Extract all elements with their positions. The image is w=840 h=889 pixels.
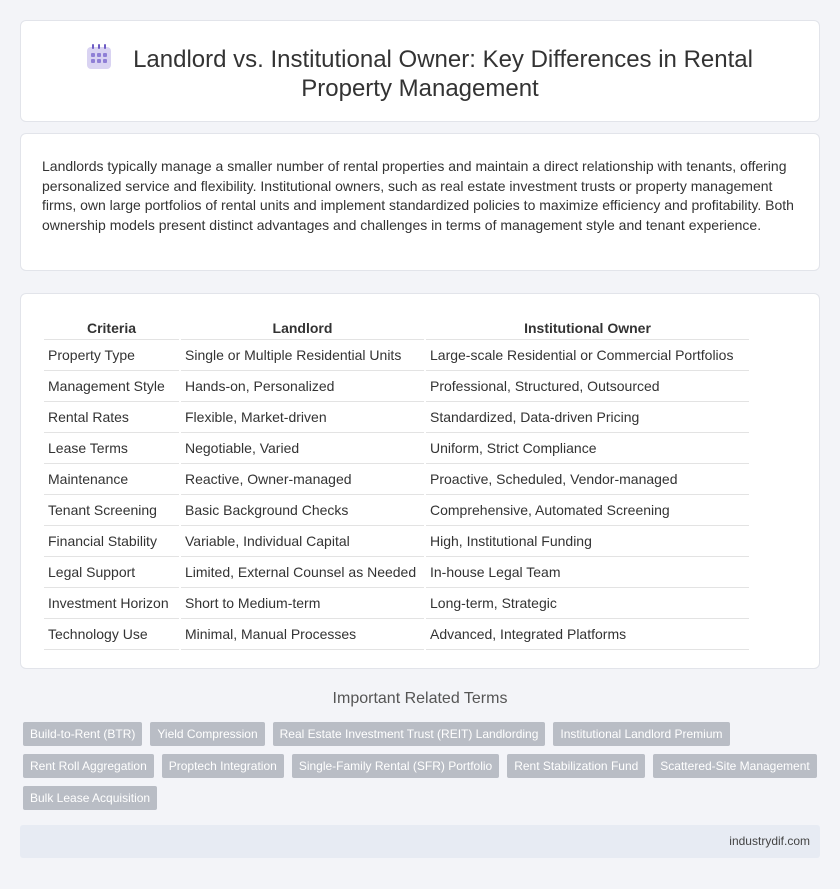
intro-card: Landlords typically manage a smaller num… <box>20 133 820 271</box>
tag-scattered-site-management[interactable]: Scattered-Site Management <box>653 754 817 778</box>
cell-criteria: Rental Rates <box>44 402 179 433</box>
related-terms-tags: Build-to-Rent (BTR) Yield Compression Re… <box>23 722 823 810</box>
cell-criteria: Maintenance <box>44 464 179 495</box>
cell-criteria: Investment Horizon <box>44 588 179 619</box>
cell-landlord: Minimal, Manual Processes <box>181 619 424 650</box>
tag-proptech-integration[interactable]: Proptech Integration <box>161 754 284 778</box>
cell-criteria: Tenant Screening <box>44 495 179 526</box>
cell-institutional: Advanced, Integrated Platforms <box>426 619 749 650</box>
cell-criteria: Technology Use <box>44 619 179 650</box>
tag-reit-landlording[interactable]: Real Estate Investment Trust (REIT) Land… <box>272 722 546 746</box>
cell-institutional: Comprehensive, Automated Screening <box>426 495 749 526</box>
tag-rent-stabilization-fund[interactable]: Rent Stabilization Fund <box>507 754 646 778</box>
table-row: Legal Support Limited, External Counsel … <box>44 557 749 588</box>
tag-institutional-landlord-premium[interactable]: Institutional Landlord Premium <box>553 722 730 746</box>
header-criteria: Criteria <box>44 318 179 340</box>
header-card: Landlord vs. Institutional Owner: Key Di… <box>20 20 820 122</box>
title-line-2: Property Management <box>301 75 539 102</box>
cell-landlord: Hands-on, Personalized <box>181 371 424 402</box>
table-row: Investment Horizon Short to Medium-term … <box>44 588 749 619</box>
tag-build-to-rent[interactable]: Build-to-Rent (BTR) <box>23 722 143 746</box>
cell-landlord: Single or Multiple Residential Units <box>181 340 424 371</box>
table-row: Financial Stability Variable, Individual… <box>44 526 749 557</box>
table-row: Tenant Screening Basic Background Checks… <box>44 495 749 526</box>
cell-criteria: Lease Terms <box>44 433 179 464</box>
cell-landlord: Limited, External Counsel as Needed <box>181 557 424 588</box>
title-line-1: Landlord vs. Institutional Owner: Key Di… <box>133 46 753 73</box>
cell-criteria: Financial Stability <box>44 526 179 557</box>
table-header-row: Criteria Landlord Institutional Owner <box>44 318 749 340</box>
cell-institutional: In-house Legal Team <box>426 557 749 588</box>
cell-criteria: Legal Support <box>44 557 179 588</box>
cell-landlord: Flexible, Market-driven <box>181 402 424 433</box>
table-row: Maintenance Reactive, Owner-managed Proa… <box>44 464 749 495</box>
cell-institutional: Standardized, Data-driven Pricing <box>426 402 749 433</box>
cell-institutional: High, Institutional Funding <box>426 526 749 557</box>
tag-sfr-portfolio[interactable]: Single-Family Rental (SFR) Portfolio <box>291 754 500 778</box>
cell-criteria: Management Style <box>44 371 179 402</box>
comparison-table: Criteria Landlord Institutional Owner Pr… <box>42 318 751 650</box>
tag-yield-compression[interactable]: Yield Compression <box>150 722 265 746</box>
cell-institutional: Uniform, Strict Compliance <box>426 433 749 464</box>
cell-institutional: Long-term, Strategic <box>426 588 749 619</box>
cell-criteria: Property Type <box>44 340 179 371</box>
table-row: Property Type Single or Multiple Residen… <box>44 340 749 371</box>
related-terms-title: Important Related Terms <box>332 690 508 707</box>
cell-institutional: Professional, Structured, Outsourced <box>426 371 749 402</box>
header-landlord: Landlord <box>181 318 424 340</box>
cell-landlord: Reactive, Owner-managed <box>181 464 424 495</box>
table-row: Management Style Hands-on, Personalized … <box>44 371 749 402</box>
footer-site-link[interactable]: industrydif.com <box>729 834 810 848</box>
cell-landlord: Variable, Individual Capital <box>181 526 424 557</box>
table-row: Rental Rates Flexible, Market-driven Sta… <box>44 402 749 433</box>
cell-landlord: Negotiable, Varied <box>181 433 424 464</box>
cell-landlord: Short to Medium-term <box>181 588 424 619</box>
cell-landlord: Basic Background Checks <box>181 495 424 526</box>
footer: industrydif.com <box>20 825 820 858</box>
comparison-card: Criteria Landlord Institutional Owner Pr… <box>20 293 820 669</box>
cell-institutional: Proactive, Scheduled, Vendor-managed <box>426 464 749 495</box>
tag-bulk-lease-acquisition[interactable]: Bulk Lease Acquisition <box>23 786 158 810</box>
table-row: Technology Use Minimal, Manual Processes… <box>44 619 749 650</box>
intro-paragraph: Landlords typically manage a smaller num… <box>42 158 794 233</box>
header-institutional-owner: Institutional Owner <box>426 318 749 340</box>
calendar-icon <box>87 44 112 70</box>
tag-rent-roll-aggregation[interactable]: Rent Roll Aggregation <box>23 754 154 778</box>
cell-institutional: Large-scale Residential or Commercial Po… <box>426 340 749 371</box>
table-row: Lease Terms Negotiable, Varied Uniform, … <box>44 433 749 464</box>
page-title: Landlord vs. Institutional Owner: Key Di… <box>21 44 819 103</box>
